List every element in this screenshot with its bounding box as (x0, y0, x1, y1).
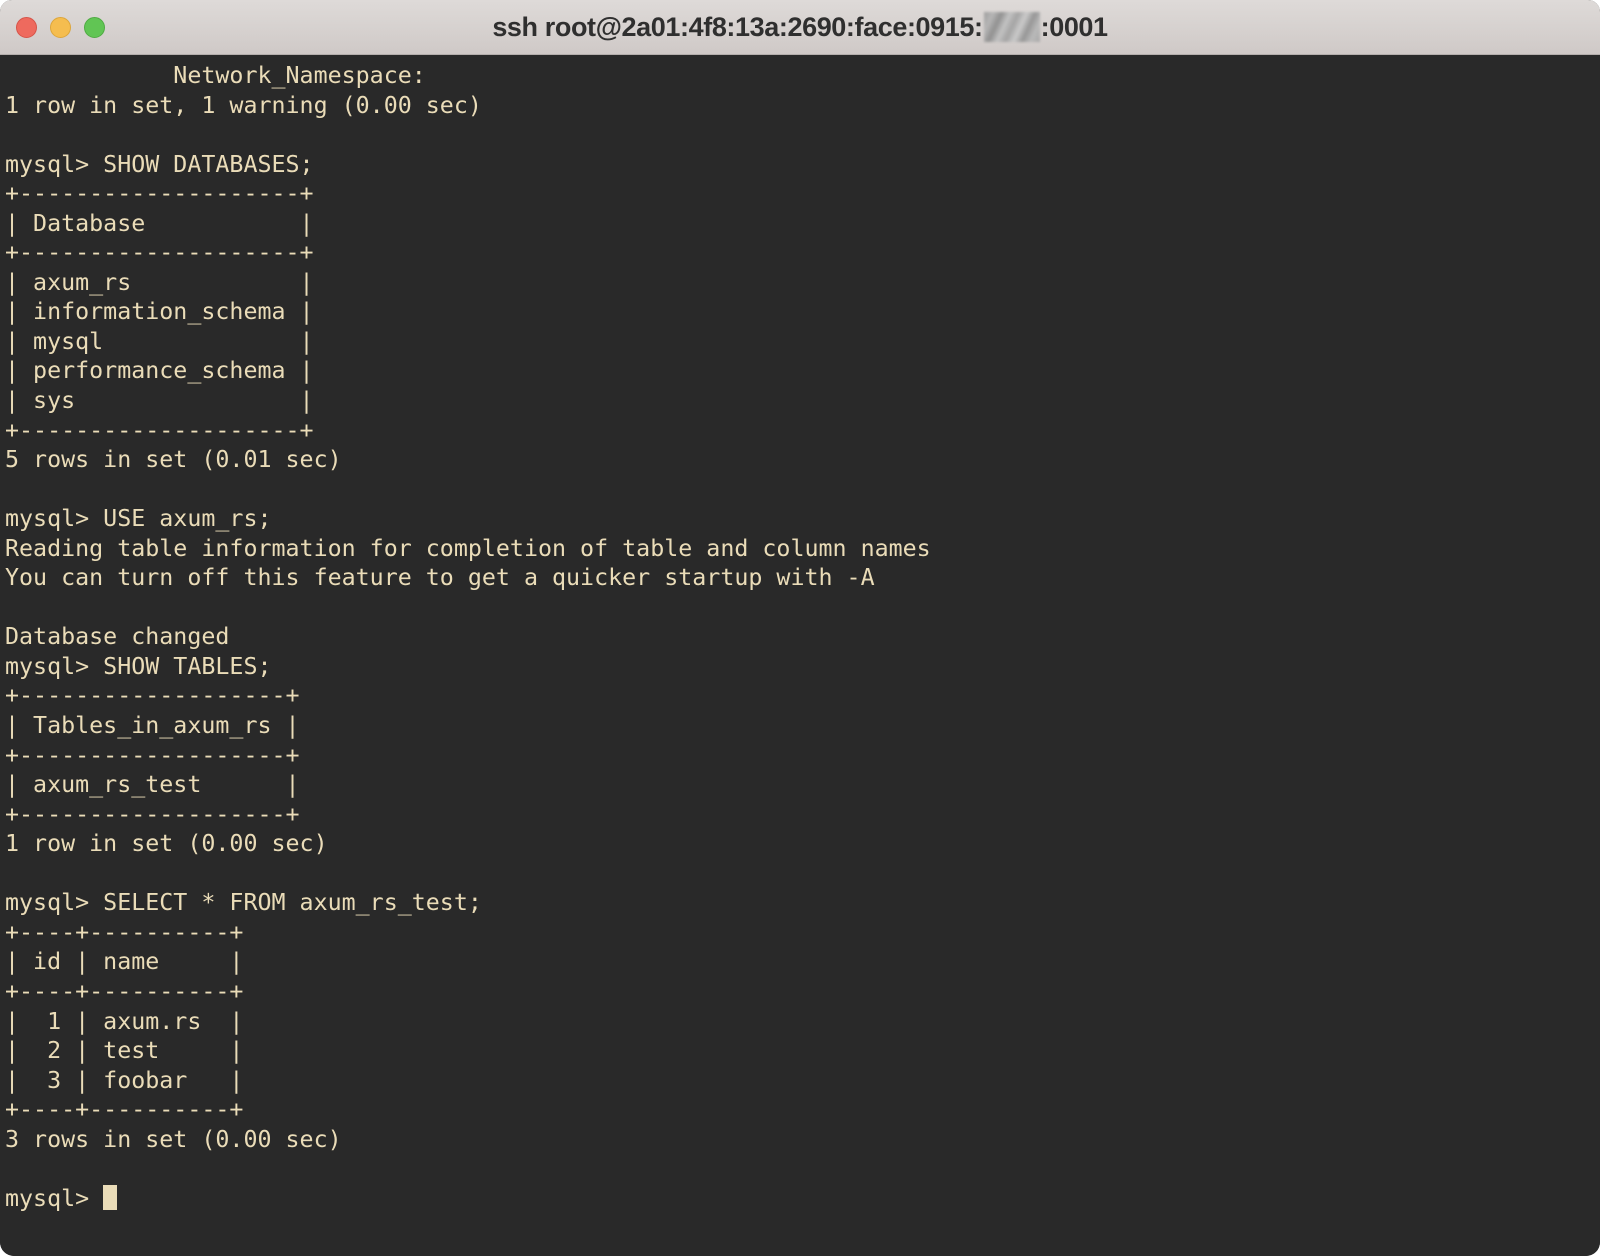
window-title-suffix: :0001 (1040, 11, 1108, 42)
terminal-line: | Database | (5, 209, 314, 237)
window-title-prefix: ssh root@2a01:4f8:13a:2690:face:0915: (492, 11, 983, 42)
terminal-line: | 3 | foobar | (5, 1066, 244, 1094)
terminal-line: +--------------------+ (5, 180, 314, 208)
window-title: ssh root@2a01:4f8:13a:2690:face:0915: :00… (492, 11, 1108, 43)
terminal-line: You can turn off this feature to get a q… (5, 564, 875, 592)
terminal-line: | id | name | (5, 948, 244, 976)
terminal-line: Database changed (5, 623, 230, 651)
terminal-window: ssh root@2a01:4f8:13a:2690:face:0915: :00… (0, 0, 1600, 1256)
terminal-line: 1 row in set (0.00 sec) (5, 830, 328, 858)
terminal-body[interactable]: Network_Namespace: 1 row in set, 1 warni… (0, 55, 1600, 1256)
terminal-line: +-------------------+ (5, 682, 300, 710)
terminal-line: | Tables_in_axum_rs | (5, 712, 300, 740)
terminal-line: +----+----------+ (5, 977, 244, 1005)
terminal-line: mysql> SELECT * FROM axum_rs_test; (5, 889, 482, 917)
terminal-line: +--------------------+ (5, 416, 314, 444)
maximize-button-icon[interactable] (84, 17, 105, 38)
text-cursor (103, 1184, 118, 1210)
mysql-prompt: mysql> (5, 1184, 104, 1212)
terminal-line: +--------------------+ (5, 239, 314, 267)
terminal-line: +----+----------+ (5, 1096, 244, 1124)
terminal-line: mysql> SHOW TABLES; (5, 652, 272, 680)
terminal-line: | 2 | test | (5, 1037, 244, 1065)
terminal-line: Reading table information for completion… (5, 534, 931, 562)
redacted-title-segment (983, 12, 1040, 42)
terminal-line: | 1 | axum.rs | (5, 1007, 244, 1035)
terminal-line: 1 row in set, 1 warning (0.00 sec) (5, 91, 482, 119)
window-controls (16, 0, 105, 55)
close-button-icon[interactable] (16, 17, 37, 38)
terminal-line: | axum_rs_test | (5, 771, 300, 799)
terminal-line: +-------------------+ (5, 800, 300, 828)
terminal-line: | information_schema | (5, 298, 314, 326)
terminal-line: | axum_rs | (5, 268, 314, 296)
terminal-line: Network_Namespace: (5, 62, 440, 89)
minimize-button-icon[interactable] (50, 17, 71, 38)
terminal-line: | sys | (5, 387, 314, 415)
terminal-line: +-------------------+ (5, 741, 300, 769)
terminal-line: mysql> USE axum_rs; (5, 505, 272, 533)
terminal-line: +----+----------+ (5, 918, 244, 946)
terminal-line: 3 rows in set (0.00 sec) (5, 1125, 342, 1153)
terminal-line: | mysql | (5, 327, 314, 355)
terminal-line: 5 rows in set (0.01 sec) (5, 446, 342, 474)
terminal-line: mysql> SHOW DATABASES; (5, 150, 314, 178)
terminal-output: Network_Namespace: 1 row in set, 1 warni… (5, 61, 1600, 1213)
terminal-line: | performance_schema | (5, 357, 314, 385)
terminal-prompt-line: mysql> (5, 1184, 1600, 1214)
window-titlebar[interactable]: ssh root@2a01:4f8:13a:2690:face:0915: :00… (0, 0, 1600, 55)
